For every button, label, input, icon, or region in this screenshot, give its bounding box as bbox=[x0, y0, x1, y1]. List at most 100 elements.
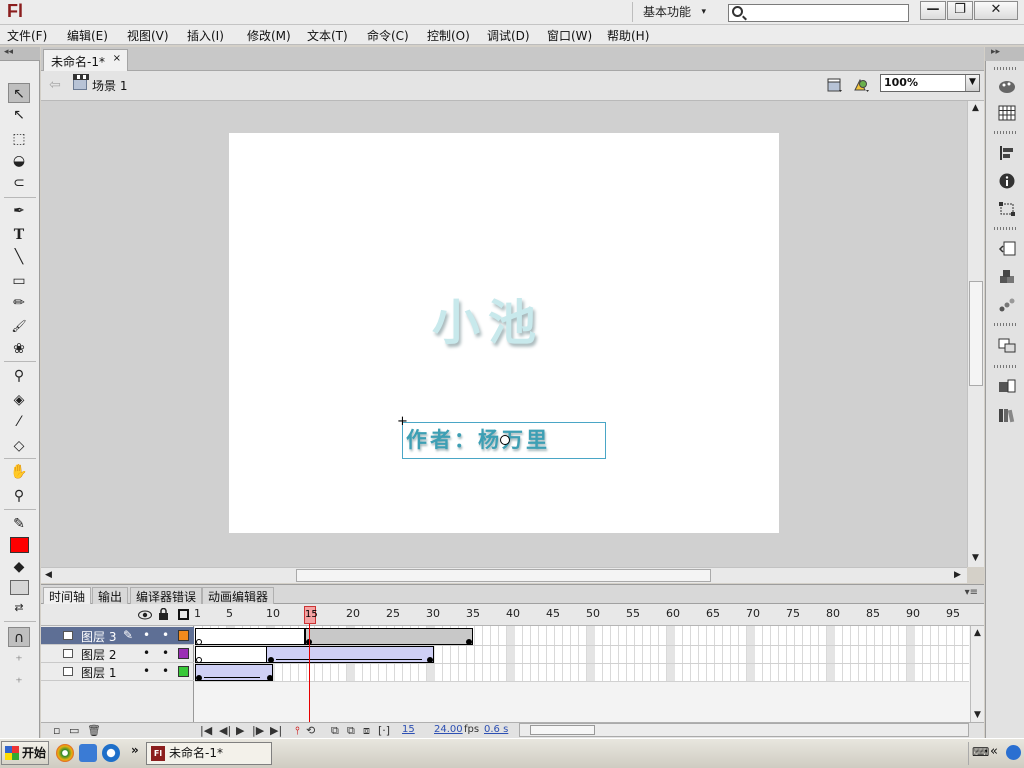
outline-icon[interactable] bbox=[178, 609, 189, 620]
snap-magnet-icon[interactable]: ∩ bbox=[8, 627, 30, 647]
transform-icon[interactable] bbox=[998, 201, 1016, 217]
menu-modify[interactable]: 修改(M) bbox=[247, 27, 291, 44]
pen-tool-icon[interactable]: ✒ bbox=[8, 201, 30, 221]
modify-onion-markers-icon[interactable]: [·] bbox=[378, 724, 390, 737]
fill-color-swatch[interactable] bbox=[10, 580, 29, 595]
layer3-frame-span[interactable] bbox=[305, 628, 473, 645]
lasso-tool-icon[interactable]: ⊂ bbox=[8, 173, 30, 193]
tools-collapse-bar[interactable]: ◂◂ bbox=[0, 47, 40, 61]
layer-color-swatch[interactable] bbox=[178, 630, 189, 641]
network-icon[interactable] bbox=[1006, 745, 1021, 760]
quicklaunch-more-icon[interactable]: » bbox=[131, 743, 139, 757]
stage-horizontal-scrollbar[interactable]: ◀ ▶ bbox=[41, 567, 967, 583]
new-folder-icon[interactable]: ▭ bbox=[69, 724, 79, 737]
play-icon[interactable]: ▶ bbox=[236, 724, 244, 737]
align-icon[interactable] bbox=[998, 145, 1016, 161]
lock-dot[interactable]: • bbox=[162, 628, 169, 642]
panel-grip[interactable] bbox=[994, 131, 1018, 134]
components-icon[interactable] bbox=[998, 269, 1016, 285]
visibility-dot[interactable]: • bbox=[143, 646, 150, 660]
menu-insert[interactable]: 插入(I) bbox=[187, 27, 224, 44]
restore-button[interactable]: ❐ bbox=[947, 1, 973, 20]
workspace-switcher[interactable]: 基本功能 ▾ bbox=[632, 2, 716, 22]
color-palette-icon[interactable] bbox=[998, 79, 1016, 95]
new-layer-icon[interactable]: ▫ bbox=[53, 724, 60, 737]
empty-keyframe[interactable] bbox=[196, 657, 202, 663]
smooth-icon[interactable]: ⁺ bbox=[8, 651, 30, 671]
delete-layer-icon[interactable]: 🗑 bbox=[87, 724, 101, 737]
tab-compiler-errors[interactable]: 编译器错误 bbox=[130, 587, 203, 605]
keyframe[interactable] bbox=[268, 657, 274, 663]
3d-rotation-tool-icon[interactable]: ◒ bbox=[8, 151, 30, 171]
panel-grip[interactable] bbox=[994, 365, 1018, 368]
layer2-tween-span[interactable] bbox=[266, 646, 434, 663]
layer2-empty-span[interactable] bbox=[195, 646, 267, 663]
edit-scene-icon[interactable] bbox=[826, 76, 844, 94]
movie-explorer-icon[interactable] bbox=[998, 407, 1016, 423]
stroke-color-icon[interactable]: ✎ bbox=[8, 514, 30, 534]
tray-expand-icon[interactable]: « bbox=[990, 744, 998, 759]
hand-tool-icon[interactable]: ✋ bbox=[8, 462, 30, 482]
panel-grip[interactable] bbox=[994, 67, 1018, 70]
deco-tool-icon[interactable]: ❀ bbox=[8, 339, 30, 359]
step-back-icon[interactable]: ◀| bbox=[219, 724, 231, 737]
project-icon[interactable] bbox=[998, 337, 1016, 353]
loop-marker-icon[interactable]: ⫯ bbox=[295, 724, 300, 738]
text-tool-icon[interactable]: T bbox=[8, 225, 30, 245]
layer-row-2[interactable]: 图层 2 • • bbox=[41, 645, 194, 663]
document-tab[interactable]: 未命名-1* × bbox=[43, 49, 128, 71]
layer-color-swatch[interactable] bbox=[178, 648, 189, 659]
taskbar-window-button[interactable]: Fl 未命名-1* bbox=[146, 742, 272, 765]
scroll-up-icon[interactable]: ▲ bbox=[972, 103, 979, 113]
edit-symbols-icon[interactable] bbox=[852, 76, 870, 94]
step-forward-icon[interactable]: |▶ bbox=[252, 724, 264, 737]
layer-color-swatch[interactable] bbox=[178, 666, 189, 677]
info-icon[interactable] bbox=[998, 173, 1016, 189]
playhead[interactable]: 15 bbox=[304, 606, 318, 624]
menu-text[interactable]: 文本(T) bbox=[307, 27, 348, 44]
current-frame-value[interactable]: 15 bbox=[402, 724, 415, 735]
browser-icon[interactable] bbox=[56, 744, 74, 762]
go-to-last-frame-icon[interactable]: ▶| bbox=[270, 724, 282, 737]
timeline-horizontal-scrollbar[interactable] bbox=[519, 723, 969, 737]
fill-color-icon[interactable]: ◆ bbox=[8, 557, 30, 577]
tab-output[interactable]: 输出 bbox=[92, 587, 129, 605]
layer3-empty-span[interactable] bbox=[195, 628, 305, 645]
layer-name[interactable]: 图层 1 bbox=[81, 664, 116, 681]
stage-title-text[interactable]: 小池 bbox=[432, 283, 544, 353]
swap-colors-icon[interactable]: ⇄ bbox=[8, 598, 30, 618]
visibility-dot[interactable]: • bbox=[143, 628, 150, 642]
menu-edit[interactable]: 编辑(E) bbox=[67, 27, 108, 44]
keyframe[interactable] bbox=[267, 675, 273, 681]
line-tool-icon[interactable]: ╲ bbox=[8, 247, 30, 267]
eraser-tool-icon[interactable]: ◇ bbox=[8, 436, 30, 456]
chevron-down-icon[interactable]: ▼ bbox=[965, 75, 979, 91]
scroll-up-icon[interactable]: ▲ bbox=[974, 628, 981, 638]
go-to-first-frame-icon[interactable]: |◀ bbox=[200, 724, 212, 737]
stage-vertical-scrollbar[interactable]: ▲ ▼ bbox=[967, 101, 984, 567]
minimize-button[interactable]: — bbox=[920, 1, 946, 20]
paint-bucket-tool-icon[interactable]: ◈ bbox=[8, 390, 30, 410]
library-icon[interactable] bbox=[998, 379, 1016, 395]
tab-timeline[interactable]: 时间轴 bbox=[43, 587, 92, 605]
eyedropper-tool-icon[interactable]: ⁄ bbox=[8, 412, 30, 432]
menu-file[interactable]: 文件(F) bbox=[7, 27, 47, 44]
stroke-color-swatch[interactable] bbox=[10, 537, 29, 553]
keyframe[interactable] bbox=[427, 657, 433, 663]
scrollbar-thumb[interactable] bbox=[530, 725, 595, 735]
straighten-icon[interactable]: ⁺ bbox=[8, 673, 30, 693]
pencil-tool-icon[interactable]: ✏ bbox=[8, 293, 30, 313]
elapsed-time[interactable]: 0.6 s bbox=[484, 724, 508, 735]
menu-window[interactable]: 窗口(W) bbox=[547, 27, 592, 44]
menu-view[interactable]: 视图(V) bbox=[127, 27, 169, 44]
selection-tool-icon[interactable]: ↖ bbox=[8, 83, 30, 103]
onion-skin-outlines-icon[interactable]: ⧉ bbox=[347, 724, 355, 738]
zoom-tool-icon[interactable]: ⚲ bbox=[8, 486, 30, 506]
layer-row-1[interactable]: 图层 1 • • bbox=[41, 663, 194, 681]
tab-motion-editor[interactable]: 动画编辑器 bbox=[202, 587, 275, 605]
lock-icon[interactable] bbox=[158, 608, 169, 621]
scrollbar-thumb[interactable] bbox=[296, 569, 711, 582]
start-button[interactable]: 开始 bbox=[1, 741, 49, 765]
panel-expand-bar[interactable]: ▸▸ bbox=[985, 47, 1024, 61]
layer1-tween-span[interactable] bbox=[195, 664, 273, 681]
